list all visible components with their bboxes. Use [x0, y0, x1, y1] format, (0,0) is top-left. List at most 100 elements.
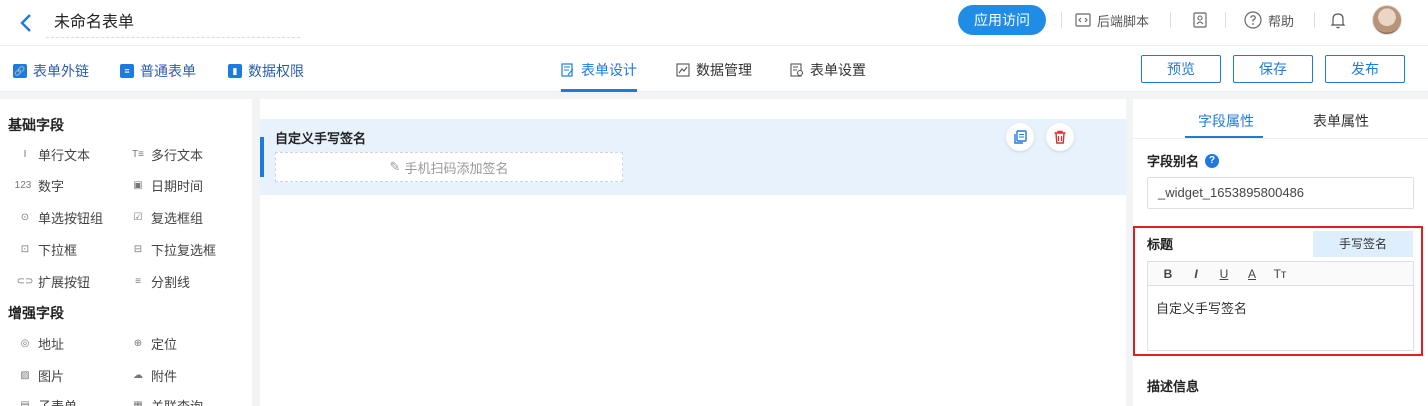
delete-field-button[interactable]	[1046, 123, 1074, 151]
divider	[1225, 12, 1226, 28]
selected-signature-field[interactable]: 自定义手写签名 ✎ 手机扫码添加签名	[260, 119, 1126, 195]
field-dropdown[interactable]: ⊡ 下拉框	[18, 241, 77, 258]
data-permission-link[interactable]: ▮ 数据权限	[228, 61, 304, 81]
selection-indicator	[260, 137, 264, 177]
field-label: 日期时间	[151, 178, 204, 194]
copy-field-button[interactable]	[1006, 123, 1034, 151]
cloud-upload-icon: ☁	[133, 369, 143, 381]
app-visit-button[interactable]: 应用访问	[958, 5, 1046, 35]
field-attachment[interactable]: ☁ 附件	[131, 367, 178, 384]
field-label: 图片	[38, 368, 65, 384]
field-label: 附件	[151, 368, 178, 384]
handwrite-signature-button[interactable]: 手写签名	[1313, 231, 1413, 257]
divider	[1314, 12, 1315, 28]
title-label: 标题	[1147, 237, 1174, 252]
field-radio-group[interactable]: ⊙ 单选按钮组	[18, 209, 104, 226]
backend-script-button[interactable]: 后端脚本	[1075, 10, 1149, 30]
form-name-input[interactable]: 未命名表单	[45, 6, 300, 38]
sub-toolbar: 🔗 表单外链 ≡ 普通表单 ▮ 数据权限 表单设计 数据管理 表单设置 预览 保…	[0, 46, 1428, 92]
save-button[interactable]: 保存	[1233, 55, 1313, 83]
field-label: 地址	[38, 336, 65, 352]
field-label: 单行文本	[38, 147, 91, 163]
field-dropdown-multi[interactable]: ⊟ 下拉复选框	[131, 241, 217, 258]
alias-input[interactable]: _widget_1653895800486	[1147, 177, 1414, 209]
user-avatar[interactable]	[1372, 5, 1402, 35]
field-label: 定位	[151, 336, 178, 352]
field-image[interactable]: ▨ 图片	[18, 367, 65, 384]
field-number[interactable]: 123 数字	[14, 177, 65, 194]
editor-content[interactable]: 自定义手写签名	[1148, 286, 1413, 329]
dropdown-icon: ⊡	[20, 243, 30, 255]
text-cursor-icon: I	[23, 148, 27, 160]
question-circle-icon	[1244, 11, 1262, 29]
publish-button[interactable]: 发布	[1325, 55, 1405, 83]
field-related-query[interactable]: ▦ 关联查询	[131, 397, 203, 406]
bar-chart-icon: ▮	[228, 64, 242, 78]
back-arrow-icon[interactable]	[20, 13, 36, 33]
form-external-link[interactable]: 🔗 表单外链	[13, 61, 89, 81]
notification-button[interactable]	[1330, 10, 1352, 30]
field-label: 单选按钮组	[38, 210, 104, 226]
underline-button[interactable]: U	[1210, 267, 1238, 281]
contact-card-button[interactable]	[1192, 10, 1214, 30]
field-checkbox-group[interactable]: ☑ 复选框组	[131, 209, 204, 226]
font-size-button[interactable]: Tт	[1266, 267, 1294, 281]
italic-button[interactable]: I	[1182, 267, 1210, 281]
link-icon: 🔗	[13, 64, 27, 78]
checkbox-icon: ☑	[133, 211, 143, 223]
backend-script-label: 后端脚本	[1097, 13, 1150, 29]
normal-form-link[interactable]: ≡ 普通表单	[120, 61, 196, 81]
document-icon: ≡	[120, 64, 134, 78]
title-rich-editor[interactable]: B I U A Tт 自定义手写签名	[1147, 261, 1414, 351]
calendar-icon: ▣	[133, 179, 143, 191]
basic-fields-title: 基础字段	[8, 117, 64, 133]
signature-placeholder-text: 手机扫码添加签名	[404, 160, 509, 176]
tab-form-settings[interactable]: 表单设置	[790, 60, 866, 80]
top-header: 未命名表单 应用访问 后端脚本 帮助	[0, 0, 1428, 46]
field-location[interactable]: ⊕ 定位	[131, 335, 178, 352]
bell-icon	[1330, 13, 1346, 29]
bold-button[interactable]: B	[1154, 267, 1182, 281]
contact-card-icon	[1193, 12, 1207, 28]
field-multi-line-text[interactable]: T≡ 多行文本	[131, 146, 204, 163]
field-datetime[interactable]: ▣ 日期时间	[131, 177, 204, 194]
tab-data-management[interactable]: 数据管理	[676, 60, 752, 80]
font-color-button[interactable]: A	[1238, 267, 1266, 281]
help-icon[interactable]: ?	[1205, 153, 1220, 168]
field-label: 数字	[38, 178, 65, 194]
tab-form-properties[interactable]: 表单属性	[1313, 111, 1369, 131]
data-permission-label: 数据权限	[248, 63, 304, 79]
preview-button[interactable]: 预览	[1141, 55, 1221, 83]
field-single-line-text[interactable]: I 单行文本	[18, 146, 91, 163]
settings-document-icon	[790, 63, 804, 77]
tab-form-design[interactable]: 表单设计	[561, 60, 637, 80]
description-label: 描述信息	[1147, 379, 1200, 394]
field-divider[interactable]: ≡ 分割线	[131, 273, 191, 290]
normal-form-label: 普通表单	[140, 63, 196, 79]
field-label: 下拉复选框	[151, 242, 217, 258]
pen-icon: ✎	[389, 159, 401, 174]
field-address[interactable]: ◎ 地址	[18, 335, 65, 352]
field-extension-button[interactable]: ⊂⊃ 扩展按钮	[17, 273, 90, 290]
active-tab-indicator	[561, 89, 637, 92]
field-label: 多行文本	[151, 147, 204, 163]
line-chart-icon	[676, 63, 690, 77]
form-external-link-label: 表单外链	[33, 63, 89, 79]
tab-field-properties[interactable]: 字段属性	[1198, 111, 1254, 131]
enhanced-fields-title: 增强字段	[8, 305, 64, 321]
help-button[interactable]: 帮助	[1244, 10, 1294, 30]
related-query-icon: ▦	[133, 399, 143, 406]
field-label: 分割线	[151, 274, 191, 290]
subform-icon: ▤	[20, 399, 30, 406]
form-name-underline	[46, 37, 300, 38]
field-title: 自定义手写签名	[275, 131, 367, 146]
copy-icon	[1014, 130, 1027, 144]
help-label: 帮助	[1268, 13, 1295, 29]
field-subform[interactable]: ▤ 子表单	[18, 397, 77, 406]
alias-label: 字段别名	[1147, 154, 1200, 169]
number-icon: 123	[14, 179, 32, 191]
signature-placeholder-box[interactable]: ✎ 手机扫码添加签名	[275, 152, 623, 182]
trash-icon	[1054, 130, 1066, 144]
crosshair-icon: ⊕	[133, 337, 143, 349]
field-label: 子表单	[38, 398, 78, 406]
